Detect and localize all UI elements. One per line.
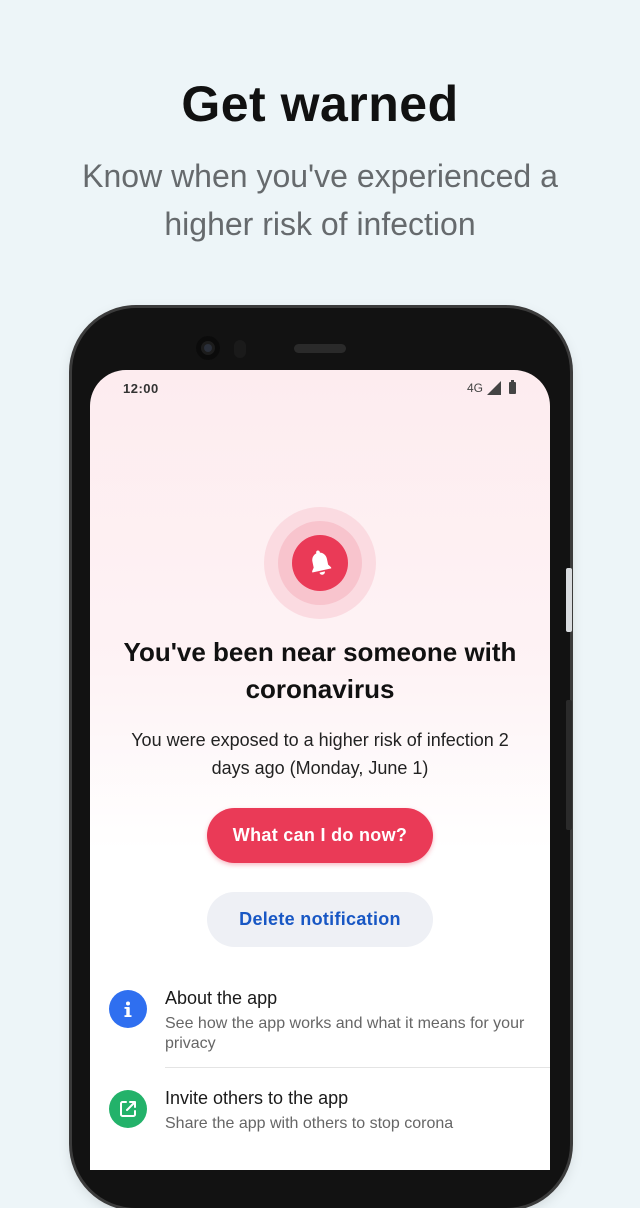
share-icon: [120, 1101, 136, 1117]
proximity-sensor: [234, 340, 246, 358]
signal-icon: [487, 381, 501, 395]
menu-item-description: Share the app with others to stop corona: [165, 1115, 454, 1132]
phone-screen: 12:00 4G You've been near someone with c…: [90, 370, 550, 1170]
hero-title: Get warned: [181, 76, 459, 132]
menu-item-invite[interactable]: Invite others to the app Share the app w…: [90, 1078, 550, 1170]
menu-divider: [165, 1067, 550, 1068]
earpiece-speaker: [294, 344, 346, 353]
alert-badge: [264, 507, 376, 619]
alert-description: You were exposed to a higher risk of inf…: [131, 730, 509, 778]
front-camera: [196, 336, 220, 360]
menu-item-about[interactable]: About the app See how the app works and …: [90, 978, 550, 1078]
menu-item-description: See how the app works and what it means …: [165, 1015, 525, 1052]
delete-notification-button[interactable]: Delete notification: [207, 892, 433, 947]
menu-item-title: About the app: [165, 988, 278, 1008]
status-icons: 4G: [466, 380, 516, 395]
status-time: 12:00: [123, 381, 159, 396]
hero-subtitle: Know when you've experienced a higher ri…: [82, 158, 558, 242]
menu-item-title: Invite others to the app: [165, 1088, 349, 1108]
battery-icon: [509, 380, 516, 394]
phone-volume-button: [566, 700, 572, 830]
info-icon: [124, 1001, 132, 1017]
alert-title: You've been near someone with coronaviru…: [123, 637, 517, 704]
what-can-i-do-button[interactable]: What can I do now?: [207, 808, 433, 863]
phone-power-button: [566, 568, 572, 632]
bell-icon: [312, 550, 332, 575]
network-label: 4G: [466, 381, 483, 395]
